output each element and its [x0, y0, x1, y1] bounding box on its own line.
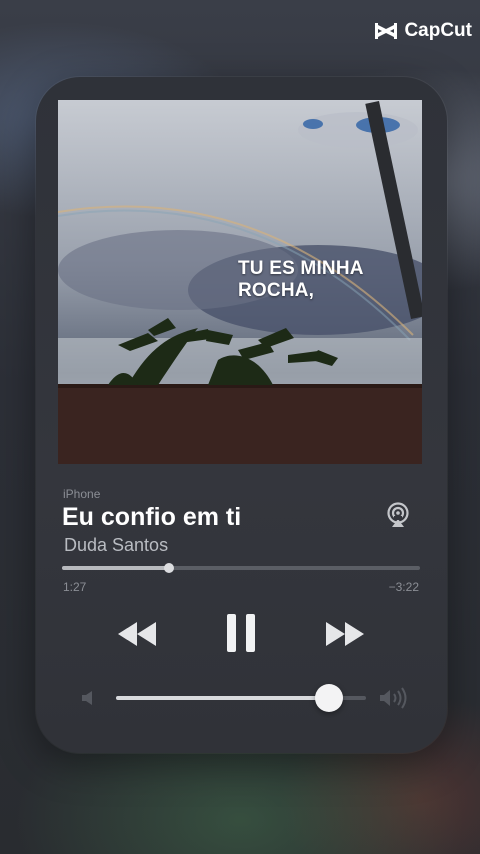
- lyric-line-1: TU ES MINHA: [238, 258, 364, 279]
- song-title: Eu confio em ti: [62, 503, 242, 531]
- lyric-line-2: ROCHA,: [238, 280, 315, 301]
- capcut-logo-icon: [375, 23, 398, 39]
- volume-low-icon: [82, 691, 92, 705]
- progress-fill: [62, 566, 170, 570]
- progress-scrubber[interactable]: [62, 563, 420, 573]
- playback-source: iPhone: [63, 487, 101, 501]
- lyric-caption: TU ES MINHA ROCHA,: [238, 258, 364, 302]
- remaining-time: −3:22: [388, 580, 419, 594]
- rewind-icon[interactable]: [116, 620, 158, 648]
- elapsed-time: 1:27: [63, 580, 87, 594]
- volume-slider[interactable]: [116, 684, 366, 712]
- volume-high-icon: [380, 687, 407, 709]
- pause-icon[interactable]: [224, 612, 258, 654]
- volume-knob[interactable]: [314, 684, 343, 712]
- volume-fill: [116, 696, 329, 700]
- fast-forward-icon[interactable]: [324, 620, 366, 648]
- artist-name: Duda Santos: [64, 535, 169, 555]
- airplay-icon[interactable]: [385, 502, 411, 528]
- watermark-brand: CapCut: [404, 20, 472, 41]
- capcut-watermark: CapCut: [374, 20, 472, 42]
